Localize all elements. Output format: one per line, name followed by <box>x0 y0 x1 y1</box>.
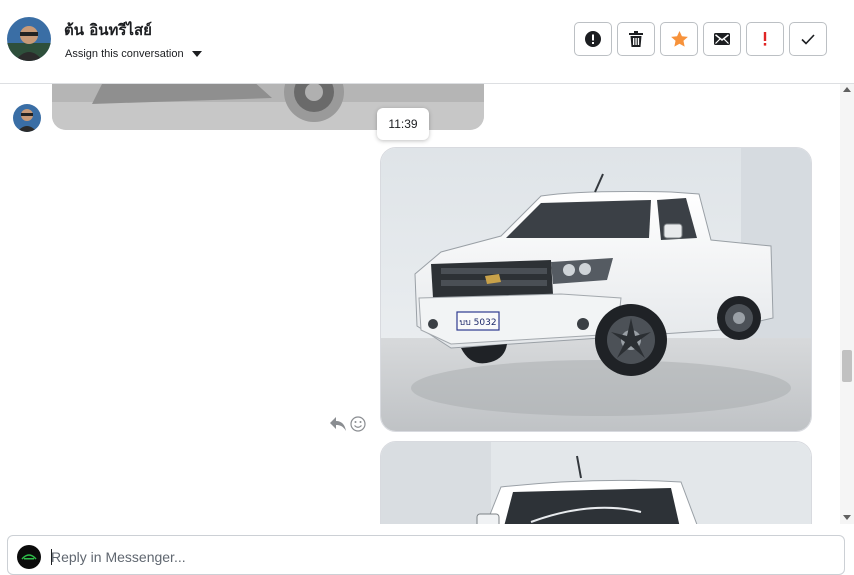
check-icon <box>801 33 815 45</box>
mark-done-button[interactable] <box>789 22 827 56</box>
chevron-down-icon <box>191 51 202 57</box>
assign-conversation-dropdown[interactable]: Assign this conversation <box>65 48 202 60</box>
follow-up-button[interactable] <box>746 22 784 56</box>
assign-label: Assign this conversation <box>65 48 184 60</box>
scroll-up-arrow-icon[interactable] <box>843 87 851 92</box>
sender-avatar <box>13 104 41 132</box>
mark-spam-button[interactable] <box>574 22 612 56</box>
envelope-icon <box>714 33 730 45</box>
message-timestamp: 11:39 <box>377 108 429 140</box>
trash-icon <box>629 31 643 47</box>
reply-icon[interactable] <box>330 417 346 431</box>
conversation-header: ต้น อินทรีไสย์ Assign this conversation <box>0 0 854 84</box>
message-thread[interactable]: 11:39 บบ 5032 <box>0 84 840 524</box>
license-plate-text: บบ 5032 <box>459 318 496 328</box>
conversation-actions <box>574 22 827 56</box>
star-button[interactable] <box>660 22 698 56</box>
smiley-icon[interactable] <box>350 416 366 432</box>
delete-button[interactable] <box>617 22 655 56</box>
exclamation-icon <box>763 32 767 46</box>
scroll-down-arrow-icon[interactable] <box>843 515 851 520</box>
page-avatar <box>17 545 41 569</box>
star-icon <box>670 31 688 47</box>
scrollbar-thumb[interactable] <box>842 350 852 382</box>
contact-name: ต้น อินทรีไสย์ <box>64 21 152 39</box>
truck-image-message-2[interactable] <box>380 441 812 524</box>
truck-image-message[interactable]: บบ 5032 <box>380 147 812 432</box>
reply-composer <box>7 535 845 575</box>
mark-unread-button[interactable] <box>703 22 741 56</box>
exclamation-circle-icon <box>585 31 601 47</box>
contact-avatar[interactable] <box>7 17 51 61</box>
text-cursor <box>51 549 52 565</box>
thread-scrollbar[interactable] <box>840 84 854 524</box>
message-tools <box>330 416 366 432</box>
